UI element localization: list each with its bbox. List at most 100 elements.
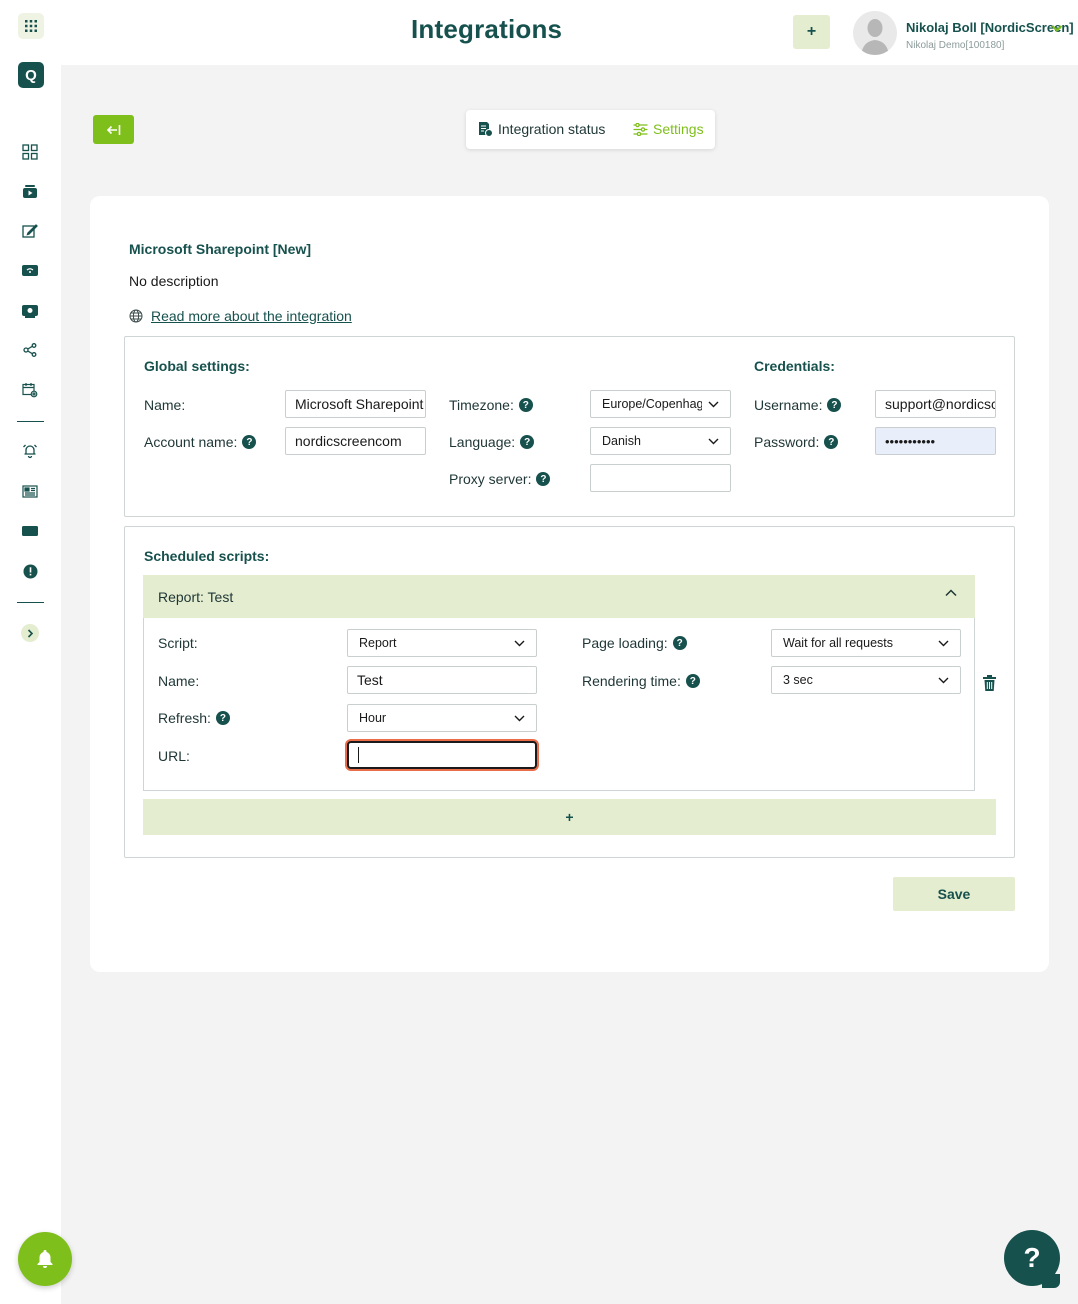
sidebar: Q (0, 0, 72, 1304)
name-label: Name: (144, 397, 186, 413)
add-button[interactable]: + (793, 15, 830, 49)
alarm-icon[interactable] (20, 441, 40, 461)
credentials-heading: Credentials: (754, 358, 835, 374)
user-silhouette-icon (853, 11, 897, 55)
proxy-server-field[interactable] (590, 464, 731, 492)
newspaper-icon[interactable] (20, 481, 40, 501)
help-icon[interactable]: ? (520, 435, 535, 449)
page-loading-select[interactable]: Wait for all requests (771, 629, 961, 657)
user-name[interactable]: Nikolaj Boll [NordicScreen] (906, 20, 1074, 35)
script-accordion-header[interactable]: Report: Test (143, 575, 975, 618)
page-title: Integrations (411, 14, 563, 44)
language-label: Language:? (449, 434, 535, 450)
script-name-label: Name: (158, 673, 200, 689)
script-accordion-body: Script: Report Name: Test Refresh:? Hour… (143, 618, 975, 791)
dashboard-icon[interactable] (20, 142, 40, 162)
apps-grid-button[interactable] (18, 13, 44, 39)
language-select[interactable]: Danish (590, 427, 731, 455)
refresh-select[interactable]: Hour (347, 704, 537, 732)
language-value: Danish (602, 434, 641, 448)
refresh-label: Refresh:? (158, 710, 230, 726)
add-script-button[interactable]: + (143, 799, 996, 835)
expand-sidebar-button[interactable] (21, 624, 39, 642)
integration-description: No description (129, 273, 219, 289)
script-label: Script: (158, 635, 198, 651)
integration-card: Microsoft Sharepoint [New] No descriptio… (90, 196, 1049, 972)
url-label: URL: (158, 748, 190, 764)
media-icon[interactable] (20, 182, 40, 202)
rendering-time-select[interactable]: 3 sec (771, 666, 961, 694)
read-more-link[interactable]: Read more about the integration (151, 308, 352, 324)
help-icon[interactable]: ? (672, 636, 687, 650)
notifications-button[interactable] (18, 1232, 72, 1286)
tab-settings-label: Settings (653, 121, 704, 137)
global-settings-heading: Global settings: (144, 358, 250, 374)
read-more-row: Read more about the integration (129, 308, 352, 324)
top-header: Integrations + Nikolaj Boll [NordicScree… (61, 0, 1078, 65)
chevron-down-icon (938, 640, 949, 646)
help-icon[interactable]: ? (824, 435, 839, 449)
chevron-down-icon (938, 677, 949, 683)
chevron-right-icon (27, 628, 33, 638)
script-name-field[interactable]: Test (347, 666, 537, 694)
timezone-label: Timezone:? (449, 397, 533, 413)
share-icon[interactable] (20, 340, 40, 360)
user-account: Nikolaj Demo[100180] (906, 40, 1005, 51)
chevron-down-icon (708, 438, 719, 444)
help-icon[interactable]: ? (685, 674, 700, 688)
url-field[interactable] (347, 741, 537, 769)
help-label: ? (1023, 1242, 1041, 1273)
calendar-settings-icon[interactable] (20, 380, 40, 400)
chevron-down-icon (514, 640, 525, 646)
rendering-time-label: Rendering time:? (582, 673, 700, 689)
help-button[interactable]: ? (1004, 1230, 1060, 1288)
timezone-select[interactable]: Europe/Copenhagen (590, 390, 731, 418)
username-field[interactable]: support@nordicscreen (875, 390, 996, 418)
document-status-icon (479, 122, 493, 137)
proxy-server-label: Proxy server:? (449, 471, 551, 487)
help-icon[interactable]: ? (827, 398, 842, 412)
card-icon[interactable] (20, 521, 40, 541)
chevron-up-icon[interactable] (945, 589, 957, 597)
script-value: Report (359, 636, 397, 650)
rendering-time-value: 3 sec (783, 673, 813, 687)
help-icon[interactable]: ? (242, 435, 257, 449)
display-icon[interactable] (20, 301, 40, 321)
help-icon[interactable]: ? (536, 472, 551, 486)
tab-integration-status-label: Integration status (498, 121, 606, 137)
script-accordion-title: Report: Test (158, 588, 234, 605)
chevron-down-icon[interactable] (1051, 24, 1063, 33)
avatar[interactable] (853, 11, 897, 55)
app-logo[interactable]: Q (18, 62, 44, 88)
sliders-icon (633, 122, 648, 136)
refresh-value: Hour (359, 711, 387, 725)
password-field[interactable]: ••••••••••• (875, 427, 996, 455)
chevron-down-icon (708, 401, 719, 407)
account-name-field[interactable]: nordicscreencom (285, 427, 426, 455)
apps-grid-icon (25, 20, 37, 32)
delete-script-button[interactable] (981, 674, 997, 692)
sidebar-divider (17, 421, 44, 422)
integration-title: Microsoft Sharepoint [New] (129, 241, 312, 257)
screen-wifi-icon[interactable] (20, 261, 40, 281)
logo-letter: Q (25, 66, 37, 84)
scheduled-scripts-heading: Scheduled scripts: (144, 548, 270, 564)
help-icon[interactable]: ? (215, 711, 230, 725)
account-name-label: Account name:? (144, 434, 257, 450)
tab-integration-status[interactable]: Integration status (478, 121, 605, 137)
sidebar-divider (17, 602, 44, 603)
timezone-value: Europe/Copenhagen (602, 397, 702, 411)
alert-icon[interactable] (20, 561, 40, 581)
script-select[interactable]: Report (347, 629, 537, 657)
name-field[interactable]: Microsoft Sharepoint (285, 390, 426, 418)
save-button[interactable]: Save (893, 877, 1015, 911)
back-arrow-icon (106, 124, 121, 135)
trash-icon (982, 675, 996, 691)
edit-icon[interactable] (20, 221, 40, 241)
bell-icon (37, 1250, 53, 1268)
tab-settings[interactable]: Settings (633, 121, 704, 137)
help-icon[interactable]: ? (518, 398, 533, 412)
back-button[interactable] (93, 115, 134, 144)
chevron-down-icon (514, 715, 525, 721)
text-cursor (358, 747, 359, 763)
